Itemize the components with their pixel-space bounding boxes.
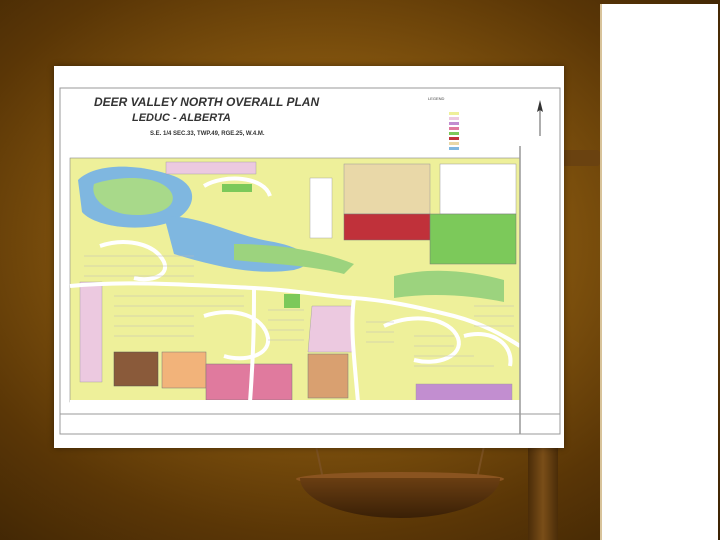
side-panel [600,4,718,540]
multi-family-strip-southeast [415,383,513,403]
legend-swatch-single-family [449,112,459,115]
semi-detached-strip-north [165,161,257,175]
multi-family-parcel-south [307,353,349,399]
plan-subtitle: LEDUC - ALBERTA [132,112,231,124]
legend-title: LEGEND [428,96,445,101]
church-site [343,213,431,241]
legend-swatch-church [449,137,459,140]
legend-swatch-park [449,132,459,135]
scale-post [528,440,558,540]
semi-detached-central [307,305,355,353]
future-site [439,163,517,215]
utility-lot [309,177,333,239]
plan-map: DEER VALLEY NORTH OVERALL PLAN LEDUC - A… [59,87,561,435]
legend-swatch-commercial [449,127,459,130]
plan-title: DEER VALLEY NORTH OVERALL PLAN [94,95,319,109]
park-reserve [429,213,517,265]
scale-arm [560,150,600,166]
legend-swatch-water [449,147,459,150]
park-strip-north [222,184,252,192]
legend-swatch-semi-detached [449,117,459,120]
pocket-park [284,294,300,308]
orange-parcel [161,351,207,389]
legend-swatch-multi-family [449,122,459,125]
school-site [343,163,431,215]
scale-pan [300,478,500,518]
semi-detached-west [79,281,103,383]
brown-parcel [113,351,159,387]
plan-poster: DEER VALLEY NORTH OVERALL PLAN LEDUC - A… [54,66,564,448]
legend-swatch-school [449,142,459,145]
plan-legal-description: S.E. 1/4 SEC.33, TWP.49, RGE.25, W.4.M. [150,131,265,137]
